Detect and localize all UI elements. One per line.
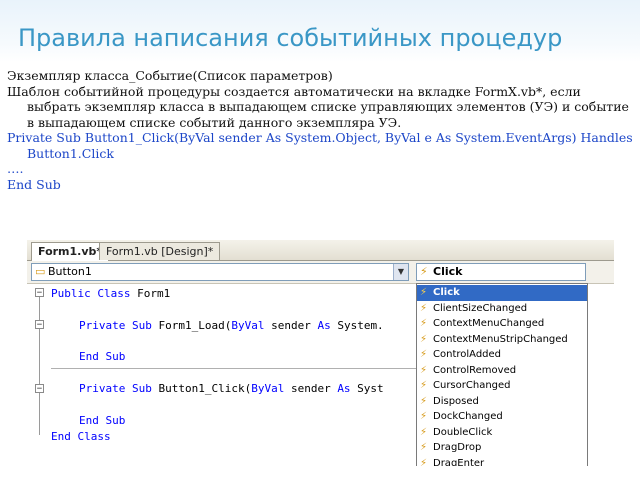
code-line-end-class: End Class	[51, 430, 111, 443]
lightning-bolt-icon: ⚡	[420, 380, 428, 391]
lightning-bolt-icon: ⚡	[420, 442, 428, 453]
collapse-form-load-icon[interactable]: −	[35, 320, 44, 330]
event-item[interactable]: ⚡ ControlAdded	[417, 347, 587, 363]
object-combo-value: Button1	[48, 265, 92, 278]
event-item[interactable]: ⚡ CursorChanged	[417, 378, 587, 394]
code-line-class: Public Class Form1	[51, 287, 171, 300]
event-item[interactable]: ⚡ ClientSizeChanged	[417, 301, 587, 317]
editor-tabstrip: Form1.vb* Form1.vb [Design]*	[27, 240, 614, 261]
event-item[interactable]: ⚡ ControlRemoved	[417, 363, 587, 379]
event-item[interactable]: ⚡ DragDrop	[417, 440, 587, 456]
body-line-ellipsis: ….	[7, 161, 24, 176]
collapse-class-icon[interactable]: −	[35, 288, 44, 298]
lightning-bolt-icon: ⚡	[420, 333, 428, 345]
lightning-bolt-icon: ⚡	[420, 287, 428, 298]
event-item[interactable]: ⚡ DoubleClick	[417, 425, 587, 441]
code-line-button-click: Private Sub Button1_Click(ByVal sender A…	[79, 382, 384, 395]
lightning-bolt-icon: ⚡	[420, 349, 428, 360]
ide-screenshot: Form1.vb* Form1.vb [Design]* ▭ Button1 ▼…	[27, 240, 614, 466]
event-item[interactable]: ⚡ Disposed	[417, 394, 587, 410]
body-line-example-signature: Private Sub Button1_Click(ByVal sender A…	[7, 130, 633, 161]
button-control-icon: ▭	[35, 265, 46, 278]
lightning-bolt-icon: ⚡	[420, 302, 428, 314]
outline-line	[39, 297, 40, 435]
event-item[interactable]: ⚡ ContextMenuChanged	[417, 316, 587, 332]
code-line-end-sub-2: End Sub	[79, 414, 126, 427]
event-item[interactable]: ⚡ DragEnter	[417, 456, 587, 467]
body-line-syntax: Экземпляр класса_Событие(Список параметр…	[7, 68, 333, 83]
lightning-bolt-icon: ⚡	[420, 426, 428, 438]
event-dropdown-list[interactable]: ⚡ Click ⚡ ClientSizeChanged ⚡ ContextMenuCh…	[416, 283, 588, 466]
lightning-bolt-icon: ⚡	[420, 318, 428, 329]
combo-bar: ▭ Button1 ▼ ⚡ Click	[27, 261, 614, 284]
event-combo[interactable]: ⚡ Click	[416, 263, 586, 281]
lightning-bolt-icon: ⚡	[420, 364, 428, 376]
collapse-button-click-icon[interactable]: −	[35, 384, 44, 394]
event-combo-value: Click	[433, 265, 463, 278]
object-combo[interactable]: ▭ Button1 ▼	[31, 263, 409, 281]
body-line-end-sub: End Sub	[7, 176, 61, 192]
procedure-separator	[51, 368, 421, 369]
slide-body: Экземпляр класса_Событие(Список параметр…	[7, 68, 633, 192]
lightning-bolt-icon: ⚡	[420, 395, 428, 407]
lightning-bolt-icon: ⚡	[420, 265, 428, 278]
code-line-end-sub-1: End Sub	[79, 350, 126, 363]
event-item-click[interactable]: ⚡ Click	[417, 285, 587, 301]
slide-title: Правила написания событийных процедур	[18, 24, 563, 52]
event-item[interactable]: ⚡ ContextMenuStripChanged	[417, 332, 587, 348]
body-line-description: Шаблон событийной процедуры создается ав…	[7, 83, 629, 130]
event-item[interactable]: ⚡ DockChanged	[417, 409, 587, 425]
lightning-bolt-icon: ⚡	[420, 457, 428, 467]
tab-form1-code[interactable]: Form1.vb*	[31, 242, 110, 261]
lightning-bolt-icon: ⚡	[420, 411, 428, 422]
code-line-form-load: Private Sub Form1_Load(ByVal sender As S…	[79, 319, 384, 332]
tab-form1-design[interactable]: Form1.vb [Design]*	[99, 242, 221, 260]
chevron-down-icon[interactable]: ▼	[393, 264, 408, 280]
